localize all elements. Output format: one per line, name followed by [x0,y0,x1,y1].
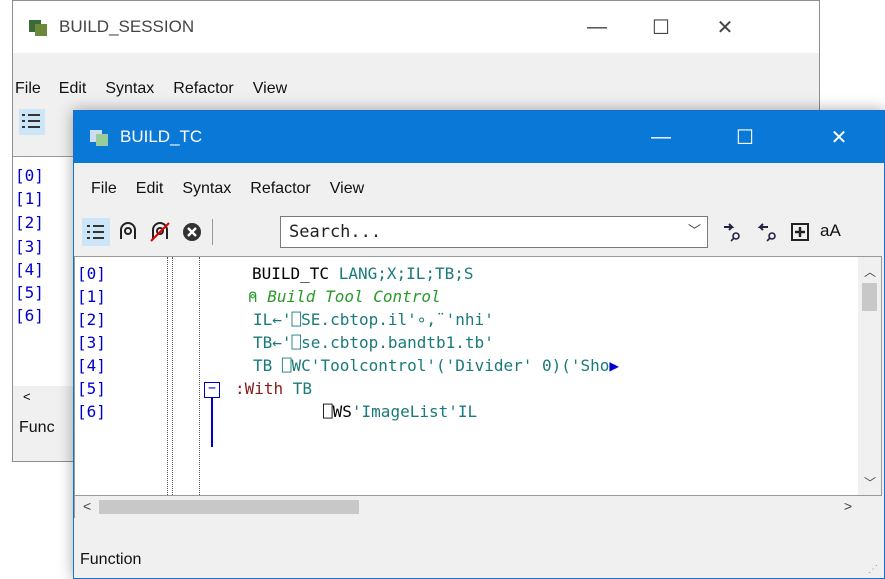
line-number: [4] [15,260,44,279]
toolbar: Search... ﹀ aA [74,213,884,251]
window-title: BUILD_SESSION [59,17,195,36]
line-numbers-toggle-icon[interactable] [82,218,110,246]
code-token: ⎕se.cbtop.bandtb1.tb' [291,333,494,352]
close-all-icon[interactable] [178,218,206,246]
app-icon [29,20,47,36]
code-token: TB←' [253,333,292,352]
code-token: LANG;X;IL;TB;S [338,264,474,283]
maximize-button[interactable]: ☐ [713,111,777,163]
line-number: [2] [15,213,44,232]
line-numbers-toggle-icon[interactable] [19,109,45,140]
minimize-button[interactable]: — [629,111,693,163]
back-editor[interactable]: [0] [1] [2] [3] [4] [5] [6] [13,156,75,387]
search-placeholder: Search... [289,222,382,242]
code-token: ⎕WC'Toolcontrol'('Divider' 0)('Sho [281,356,610,375]
scroll-left-icon[interactable]: < [83,498,91,514]
line-number: [0] [77,264,106,283]
scrollbar-thumb[interactable] [99,500,359,514]
minimize-button[interactable]: — [565,1,629,53]
line-number: [5] [77,379,106,398]
collapse-icon[interactable]: − [204,382,220,398]
code-token: TB [253,356,282,375]
clear-stops-icon[interactable] [146,218,174,246]
status-text: Function [80,551,142,568]
menu-refactor[interactable]: Refactor [248,180,312,198]
line-number: [4] [77,356,106,375]
app-icon [90,130,108,146]
vertical-scrollbar[interactable]: ︿ ﹀ [858,257,881,495]
line-number: [3] [15,237,44,256]
scrollbar-thumb[interactable] [862,283,877,311]
toolbar-separator [212,219,213,245]
close-button[interactable]: ✕ [807,111,871,163]
scroll-left-icon[interactable]: < [13,386,75,408]
title-bar[interactable]: BUILD_TC — ☐ ✕ [74,111,884,163]
menu-file[interactable]: File [13,80,43,98]
menu-edit[interactable]: Edit [134,180,166,198]
line-number: [3] [77,333,106,352]
horizontal-scrollbar[interactable]: < > [74,496,860,518]
search-next-icon[interactable] [718,218,746,246]
scroll-up-icon[interactable]: ︿ [864,263,876,280]
maximize-button[interactable]: ☐ [629,1,693,53]
scroll-down-icon[interactable]: ﹀ [864,474,876,491]
code-token: TB [292,379,313,398]
resize-grip-icon[interactable]: ⋰ [868,564,878,575]
fold-line [211,397,213,447]
line-number: [1] [77,287,106,306]
line-number: [5] [15,283,44,302]
menu-syntax[interactable]: Syntax [180,180,233,198]
code-token: Build Tool Control [267,287,441,306]
gutter-marker [199,257,200,495]
status-text: Func [19,419,55,436]
line-number: [6] [15,306,44,325]
code-token: ⎕SE.cbtop.il'∘,¨'nhi' [291,310,494,329]
menu-file[interactable]: File [89,180,119,198]
menu-bar: File Edit Syntax Refactor View [74,173,884,205]
code-editor[interactable]: [0] [1] [2] [3] [4] [5] [6] − BUILD_TC L… [74,256,882,496]
menu-view[interactable]: View [328,180,366,198]
line-number: [2] [77,310,106,329]
code-token: 'ImageList'IL [351,402,478,421]
line-number: [0] [15,166,44,185]
scroll-right-icon[interactable]: > [844,498,852,514]
code-token: ⍝ [248,287,268,306]
search-previous-icon[interactable] [754,218,782,246]
build-tc-window: BUILD_TC — ☐ ✕ File Edit Syntax Refactor… [73,110,885,579]
code-token: BUILD_TC [252,264,339,283]
menu-bar: File Edit Syntax Refactor View [13,73,819,105]
menu-refactor[interactable]: Refactor [171,80,235,98]
search-input[interactable]: Search... ﹀ [280,216,708,248]
code-token: IL←' [253,310,292,329]
menu-edit[interactable]: Edit [57,80,89,98]
status-bar: Function ⋰ [74,541,884,579]
line-number: [1] [15,189,44,208]
font-toggle[interactable]: aA [820,221,841,241]
code-token: :With [235,379,293,398]
code-token: ⎕WS [323,402,352,421]
overflow-arrow-icon: ▶ [609,356,620,375]
title-bar[interactable]: BUILD_SESSION — ☐ ✕ [13,1,819,53]
menu-syntax[interactable]: Syntax [103,80,156,98]
match-case-icon[interactable] [786,218,814,246]
chevron-down-icon[interactable]: ﹀ [688,217,701,247]
line-number: [6] [77,402,106,421]
menu-view[interactable]: View [251,80,289,98]
gutter-marker [167,257,173,495]
close-button[interactable]: ✕ [693,1,757,53]
stop-icon[interactable] [114,218,142,246]
window-title: BUILD_TC [120,127,203,146]
